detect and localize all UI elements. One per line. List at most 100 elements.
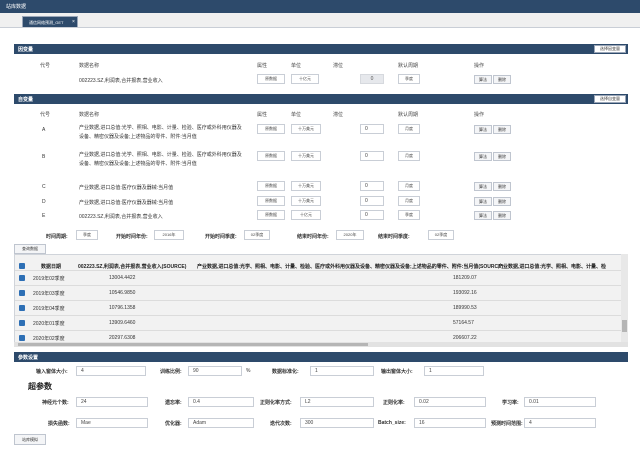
select-all-checkbox[interactable]: [19, 263, 25, 269]
ind-row-name: 产业数据,进口总值:医疗仪器及器械:当月值: [79, 200, 174, 206]
ind-algo-button[interactable]: 算法: [474, 197, 492, 206]
dep-unit-select[interactable]: 十亿元: [291, 74, 319, 84]
ind-freq-select[interactable]: 月度: [398, 124, 420, 134]
ind-lag-input[interactable]: 0: [360, 151, 384, 161]
ind-delete-button[interactable]: 删除: [493, 125, 511, 134]
end-quarter-select[interactable]: 02季度: [428, 230, 454, 240]
ind-col-unit: 单位: [291, 112, 302, 118]
scroll-thumb[interactable]: [622, 320, 627, 332]
tab-network-forecast[interactable]: 通信网络预测_GET ×: [22, 16, 78, 27]
row-checkbox[interactable]: [19, 290, 25, 296]
app-title: 站库数据: [6, 4, 27, 10]
ind-unit-select[interactable]: 十万美元: [291, 181, 321, 191]
ind-row-name: 产业数据,进口总值:光学、照相、电影、计量、检验、医疗或外科用仪器及设备、精密仪…: [79, 152, 242, 167]
dep-delete-button[interactable]: 删除: [493, 75, 511, 84]
ind-freq-select[interactable]: 季度: [398, 210, 420, 220]
ind-row-name: 产业数据,进口总值:光学、照相、电影、计量、检验、医疗或外科用仪器及设备、精密仪…: [79, 125, 242, 140]
forecast-horizon-input[interactable]: 4: [524, 418, 596, 428]
run-simulation-button[interactable]: 站库模拟: [14, 434, 46, 445]
ind-col-name: 数据名称: [79, 112, 100, 118]
close-icon[interactable]: ×: [72, 19, 75, 25]
ind-col-code: 代号: [40, 112, 51, 118]
ind-lag-input[interactable]: 0: [360, 210, 384, 220]
ind-attr-select[interactable]: 原数据: [257, 181, 285, 191]
query-data-button[interactable]: 查询数据: [14, 244, 46, 254]
hyperparams-title: 超参数: [28, 382, 52, 391]
ind-algo-button[interactable]: 算法: [474, 211, 492, 220]
reg-rate-input[interactable]: 0.02: [414, 397, 486, 407]
ind-attr-select[interactable]: 原数据: [257, 124, 285, 134]
learning-rate-input[interactable]: 0.01: [524, 397, 596, 407]
ind-delete-button[interactable]: 删除: [493, 182, 511, 191]
app-header: 站库数据: [0, 0, 640, 13]
cell-import: 57164.57: [453, 320, 474, 326]
forecast-horizon-label: 预测时间范围:: [491, 421, 523, 427]
ind-freq-select[interactable]: 月度: [398, 181, 420, 191]
ind-lag-input[interactable]: 0: [360, 196, 384, 206]
loss-function-input[interactable]: Mae: [76, 418, 148, 428]
dep-attr-select[interactable]: 原数据: [257, 74, 285, 84]
ind-attr-select[interactable]: 原数据: [257, 151, 285, 161]
train-ratio-unit: %: [246, 368, 251, 374]
ind-unit-select[interactable]: 十万美元: [291, 124, 321, 134]
ind-delete-button[interactable]: 删除: [493, 152, 511, 161]
ind-lag-input[interactable]: 0: [360, 181, 384, 191]
end-quarter-label: 结束时间季度:: [378, 234, 410, 240]
dep-col-name: 数据名称: [79, 63, 100, 69]
period-select[interactable]: 季度: [76, 230, 98, 240]
input-window-input[interactable]: 4: [76, 366, 146, 376]
ind-freq-select[interactable]: 月度: [398, 196, 420, 206]
table-vertical-scrollbar[interactable]: [621, 254, 628, 342]
batch-size-input[interactable]: 16: [414, 418, 486, 428]
reg-method-input[interactable]: L2: [300, 397, 374, 407]
ind-row-code: C: [42, 184, 46, 190]
ind-lag-input[interactable]: 0: [360, 124, 384, 134]
output-window-input[interactable]: 1: [424, 366, 484, 376]
select-independent-button[interactable]: 选择自变量: [594, 95, 626, 103]
ind-delete-button[interactable]: 删除: [493, 211, 511, 220]
learning-rate-label: 学习率:: [502, 400, 519, 406]
input-window-label: 输入窗体大小:: [36, 369, 68, 375]
start-year-select[interactable]: 2016年: [154, 230, 184, 240]
row-checkbox[interactable]: [19, 335, 25, 341]
forget-rate-input[interactable]: 0.4: [188, 397, 254, 407]
table-row[interactable]: 2019年04季度 10796.1358 189990.53: [15, 300, 627, 315]
table-row[interactable]: 2020年01季度 13909.6460 57164.57: [15, 315, 627, 330]
start-quarter-label: 开始时间季度:: [205, 234, 237, 240]
end-year-select[interactable]: 2020年: [336, 230, 364, 240]
train-ratio-input[interactable]: 90: [188, 366, 242, 376]
row-checkbox[interactable]: [19, 275, 25, 281]
ind-algo-button[interactable]: 算法: [474, 152, 492, 161]
optimizer-input[interactable]: Adam: [188, 418, 254, 428]
dep-freq-select[interactable]: 季度: [398, 74, 420, 84]
dep-col-code: 代号: [40, 63, 51, 69]
dep-col-freq: 默认周期: [398, 63, 419, 69]
neurons-input[interactable]: 24: [76, 397, 148, 407]
scroll-thumb[interactable]: [18, 343, 368, 346]
batch-size-label: Batch_size:: [378, 420, 406, 426]
ind-delete-button[interactable]: 删除: [493, 197, 511, 206]
select-dependent-button[interactable]: 选择因变量: [594, 45, 626, 53]
ind-attr-select[interactable]: 原数据: [257, 196, 285, 206]
output-window-label: 输出窗体大小:: [381, 369, 413, 375]
start-quarter-select[interactable]: 02季度: [244, 230, 270, 240]
table-row[interactable]: 2019年02季度 13004.4422 181209.07: [15, 270, 627, 285]
ind-unit-select[interactable]: 十万美元: [291, 196, 321, 206]
ind-algo-button[interactable]: 算法: [474, 125, 492, 134]
row-checkbox[interactable]: [19, 320, 25, 326]
table-horizontal-scrollbar[interactable]: [14, 342, 628, 347]
dep-algo-button[interactable]: 算法: [474, 75, 492, 84]
table-row[interactable]: 2019年03季度 10546.9850 193092.16: [15, 285, 627, 300]
ind-unit-select[interactable]: 十万美元: [291, 151, 321, 161]
normalize-input[interactable]: 1: [310, 366, 374, 376]
row-checkbox[interactable]: [19, 305, 25, 311]
cell-date: 2020年02季度: [33, 336, 65, 342]
ind-algo-button[interactable]: 算法: [474, 182, 492, 191]
dep-col-attr: 属性: [257, 63, 268, 69]
ind-freq-select[interactable]: 月度: [398, 151, 420, 161]
dep-lag-input[interactable]: 0: [360, 74, 384, 84]
ind-unit-select[interactable]: 十亿元: [291, 210, 321, 220]
ind-attr-select[interactable]: 原数据: [257, 210, 285, 220]
iterations-input[interactable]: 300: [300, 418, 374, 428]
col-import-total: 产业数据,进口总值:光学、照相、电影、计量、检验、医疗或外科用仪器及设备、精密仪…: [197, 264, 504, 270]
